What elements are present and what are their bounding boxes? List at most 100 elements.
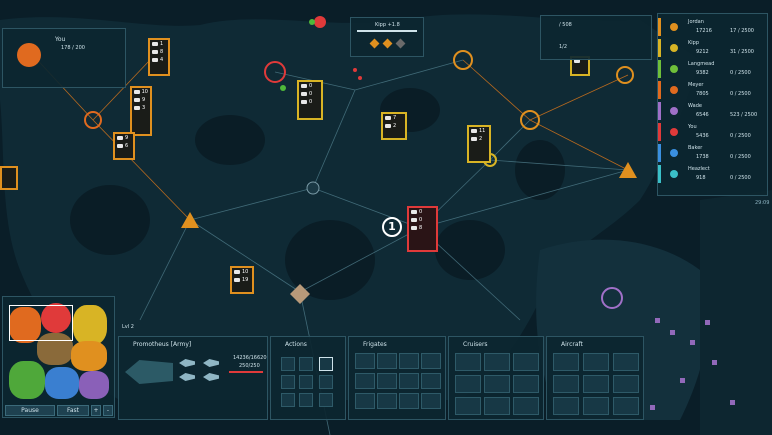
settings-action-button[interactable]: [319, 393, 333, 407]
scoreboard-row[interactable]: Langmead 9382 0 / 2500: [658, 60, 767, 81]
aircraft-slot[interactable]: [583, 353, 609, 371]
army-badge-5[interactable]: 7 2: [381, 112, 407, 140]
player-color-bar: [658, 60, 661, 78]
frigate-slot[interactable]: [399, 373, 419, 389]
actions-panel: Actions: [270, 336, 346, 420]
merge-action-button[interactable]: [299, 393, 313, 407]
frigate-slot[interactable]: [377, 393, 397, 409]
badge-count: 2: [479, 136, 483, 142]
player-power: 6546: [696, 112, 709, 118]
badge-count: 3: [142, 105, 146, 111]
player-name: You: [688, 124, 697, 130]
player-progress: 178 / 200: [61, 45, 85, 51]
faction-icon: [670, 65, 678, 73]
cruiser-slot[interactable]: [484, 353, 510, 371]
speed-button[interactable]: Fast: [57, 405, 89, 416]
player-score: 0 / 2500: [730, 91, 751, 97]
faction-icon: [670, 86, 678, 94]
scoreboard-row[interactable]: Jordan 17216 17 / 2500: [658, 18, 767, 39]
army-badge-8[interactable]: 10 19: [230, 266, 254, 294]
badge-count: 9: [142, 97, 146, 103]
faction-icon: [670, 149, 678, 157]
aircraft-slot[interactable]: [583, 375, 609, 393]
badge-count: 0: [309, 83, 313, 89]
aircraft-slot[interactable]: [613, 397, 639, 415]
aircraft-slot[interactable]: [583, 397, 609, 415]
cancel-action-button[interactable]: [281, 393, 295, 407]
selected-army-badge[interactable]: 0 0 8: [407, 206, 438, 252]
army-badge-3[interactable]: 9 6: [113, 132, 135, 160]
cruiser-slot[interactable]: [484, 397, 510, 415]
scoreboard-row[interactable]: You 5436 0 / 2500: [658, 123, 767, 144]
hold-action-button[interactable]: [299, 375, 313, 389]
army-badge-9[interactable]: [0, 166, 18, 190]
player-color-bar: [658, 18, 661, 36]
ship-icon: [179, 373, 195, 381]
flagship-icon: [125, 360, 173, 384]
cruiser-slot[interactable]: [455, 353, 481, 371]
army-supply: 250/250: [239, 363, 260, 369]
target-action-button[interactable]: [319, 357, 333, 371]
faction-panel: Kipp +1.8: [350, 17, 424, 57]
frigate-slot[interactable]: [355, 393, 375, 409]
player-color-bar: [658, 102, 661, 120]
scoreboard-row[interactable]: Kipp 9212 31 / 2500: [658, 39, 767, 60]
army-badge-4[interactable]: 0 0 0: [297, 80, 323, 120]
faction-icon: [670, 44, 678, 52]
aircraft-slot[interactable]: [553, 353, 579, 371]
frigate-slot[interactable]: [399, 353, 419, 369]
frigate-slot[interactable]: [377, 373, 397, 389]
ship-icon: [203, 373, 219, 381]
attack-action-button[interactable]: [299, 357, 313, 371]
speed-down-button[interactable]: -: [103, 405, 113, 416]
frigate-slot[interactable]: [421, 393, 441, 409]
cruiser-slot[interactable]: [455, 375, 481, 393]
cruiser-slot[interactable]: [455, 397, 481, 415]
frigate-slot[interactable]: [399, 393, 419, 409]
army-badge-6[interactable]: 11 2: [467, 125, 491, 163]
player-color-bar: [658, 165, 661, 183]
badge-count: 10: [242, 269, 249, 275]
cruiser-slot[interactable]: [484, 375, 510, 393]
army-hp: 14236/16620: [233, 355, 267, 361]
badge-count: 0: [419, 209, 423, 215]
faction-icon: [670, 128, 678, 136]
aircraft-slot[interactable]: [613, 375, 639, 393]
frigate-slot[interactable]: [421, 353, 441, 369]
badge-count: 10: [141, 89, 148, 95]
aircraft-slot[interactable]: [553, 397, 579, 415]
patrol-action-button[interactable]: [319, 375, 333, 389]
minimap[interactable]: Pause Fast + -: [2, 296, 115, 418]
aircraft-slot[interactable]: [613, 353, 639, 371]
player-score: 0 / 2500: [730, 133, 751, 139]
frigate-slot[interactable]: [355, 353, 375, 369]
frigate-slot[interactable]: [377, 353, 397, 369]
speed-up-button[interactable]: +: [91, 405, 101, 416]
scoreboard-row[interactable]: Meyer 7805 0 / 2500: [658, 81, 767, 102]
pause-button[interactable]: Pause: [5, 405, 55, 416]
army-badge-2[interactable]: 10 9 3: [130, 86, 152, 136]
move-action-button[interactable]: [281, 357, 295, 371]
minimap-viewport[interactable]: [9, 305, 73, 341]
aircraft-slot[interactable]: [553, 375, 579, 393]
army-badge-1[interactable]: 1 8 4: [148, 38, 170, 76]
faction-icon: [670, 170, 678, 178]
scoreboard-row[interactable]: Heazlect 918 0 / 2500: [658, 165, 767, 186]
diamond-icon: [382, 38, 393, 49]
defend-action-button[interactable]: [281, 375, 295, 389]
cruiser-slot[interactable]: [513, 375, 539, 393]
player-score: 0 / 2500: [730, 70, 751, 76]
cruiser-slot[interactable]: [513, 353, 539, 371]
badge-count: 0: [419, 217, 423, 223]
frigate-slot[interactable]: [421, 373, 441, 389]
badge-count: 4: [160, 57, 164, 63]
ship-icon: [203, 359, 219, 367]
faction-label: Kipp +1.8: [375, 22, 400, 28]
frigate-slot[interactable]: [355, 373, 375, 389]
scoreboard-row[interactable]: Baker 1738 0 / 2500: [658, 144, 767, 165]
player-power: 5436: [696, 133, 709, 139]
minimap-territory-green: [9, 361, 45, 399]
cruiser-slot[interactable]: [513, 397, 539, 415]
cruisers-title: Cruisers: [463, 341, 488, 348]
scoreboard-row[interactable]: Wade 6546 523 / 2500: [658, 102, 767, 123]
